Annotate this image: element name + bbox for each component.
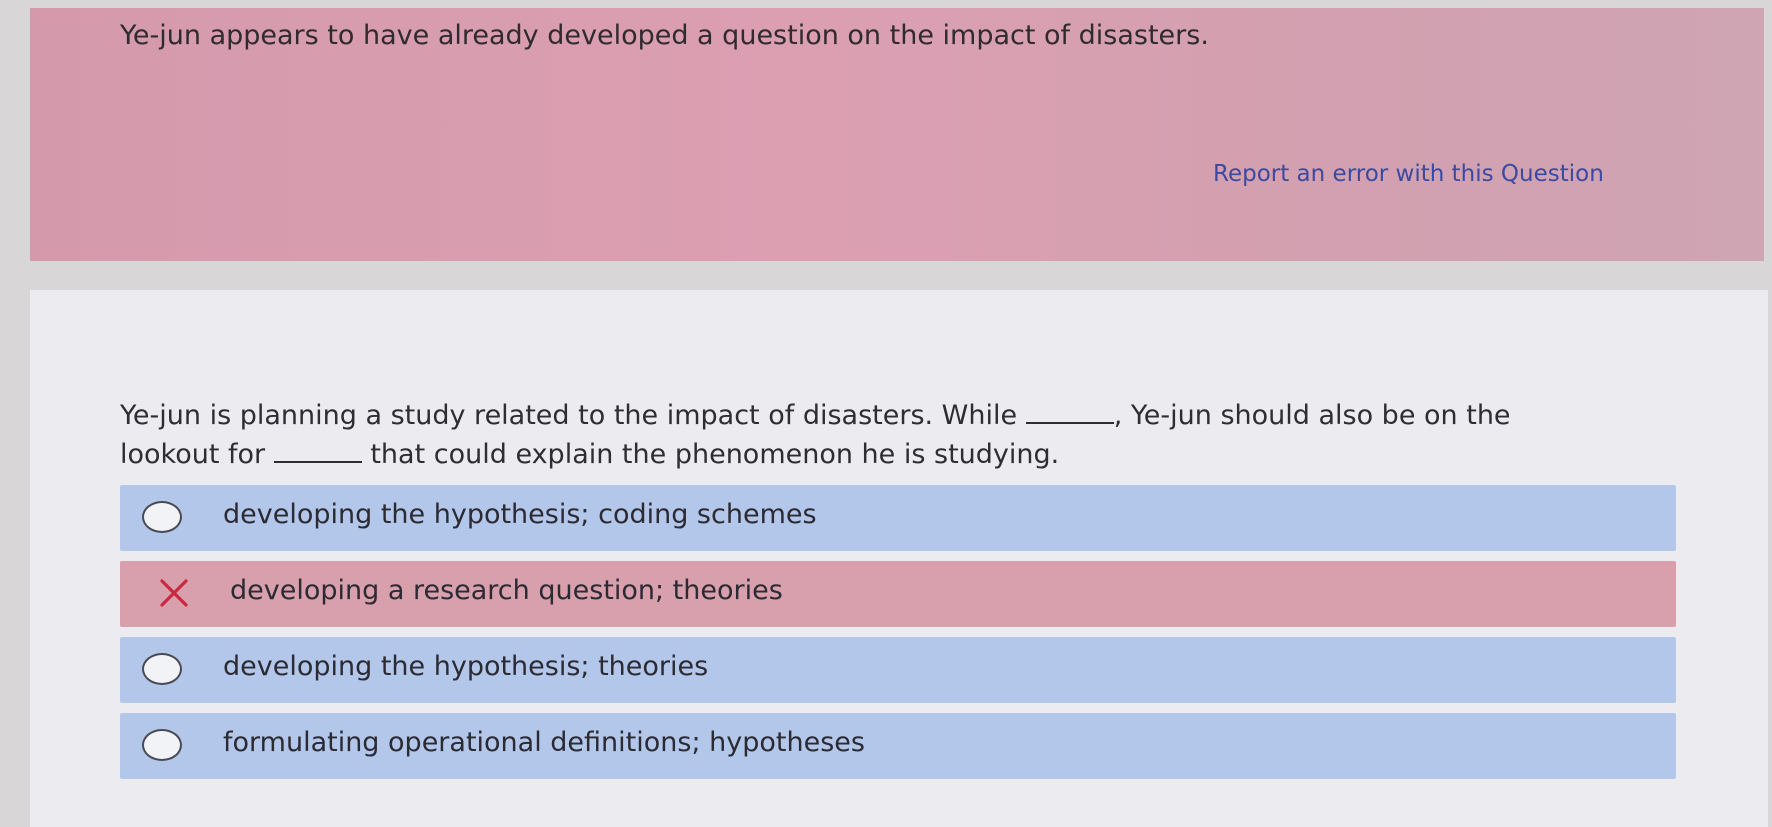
feedback-message: Ye-jun appears to have already developed… <box>120 20 1209 51</box>
radio-circle-icon[interactable] <box>142 653 182 685</box>
answer-option-3[interactable]: developing the hypothesis; theories <box>120 637 1676 703</box>
answer-option-2[interactable]: developing a research question; theories <box>120 561 1676 627</box>
radio-circle-icon[interactable] <box>142 501 182 533</box>
answer-option-label: developing the hypothesis; coding scheme… <box>223 499 817 530</box>
blank-2 <box>273 435 362 463</box>
feedback-panel: Ye-jun appears to have already developed… <box>30 8 1764 261</box>
question-panel: Ye-jun is planning a study related to th… <box>30 290 1768 827</box>
answer-option-label: formulating operational definitions; hyp… <box>223 727 865 758</box>
answer-option-1[interactable]: developing the hypothesis; coding scheme… <box>120 485 1676 551</box>
question-text-part-1: Ye-jun is planning a study related to th… <box>120 400 1018 431</box>
answer-option-label: developing the hypothesis; theories <box>223 651 709 682</box>
answer-option-label: developing a research question; theories <box>230 575 783 606</box>
x-mark-icon <box>160 579 188 607</box>
answer-options: developing the hypothesis; coding scheme… <box>120 485 1676 789</box>
report-error-link[interactable]: Report an error with this Question <box>1213 161 1604 187</box>
blank-1 <box>1025 396 1114 424</box>
answer-option-4[interactable]: formulating operational definitions; hyp… <box>120 713 1676 779</box>
question-text-part-3: that could explain the phenomenon he is … <box>370 439 1060 470</box>
question-stem: Ye-jun is planning a study related to th… <box>120 396 1540 474</box>
radio-circle-icon[interactable] <box>142 729 182 761</box>
